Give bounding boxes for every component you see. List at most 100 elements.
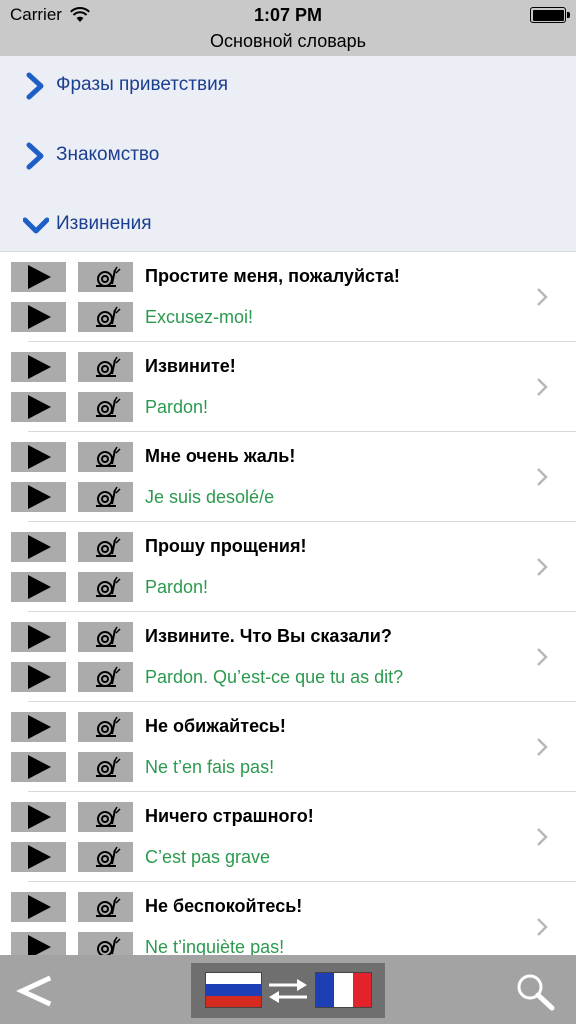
play-french-slow-button[interactable]: [78, 302, 133, 332]
play-russian-button[interactable]: [11, 532, 66, 562]
chevron-right-icon[interactable]: [535, 557, 549, 577]
play-french-slow-button[interactable]: [78, 662, 133, 692]
play-russian-slow-button[interactable]: [78, 802, 133, 832]
phrase-row[interactable]: Не обижайтесь! Ne t’en fais pas!: [0, 702, 576, 792]
bottom-toolbar: [0, 955, 576, 1024]
play-icon: [28, 625, 51, 649]
play-icon: [28, 445, 51, 469]
chevron-right-icon: [26, 72, 44, 100]
play-russian-slow-button[interactable]: [78, 532, 133, 562]
phrase-row[interactable]: Прошу прощения! Pardon!: [0, 522, 576, 612]
play-french-button[interactable]: [11, 752, 66, 782]
play-russian-button[interactable]: [11, 262, 66, 292]
phrase-row[interactable]: Извините! Pardon!: [0, 342, 576, 432]
chevron-down-icon: [23, 217, 49, 234]
french-phrase: Pardon!: [145, 397, 209, 417]
play-icon: [28, 535, 51, 559]
snail-icon: [96, 396, 121, 417]
play-french-slow-button[interactable]: [78, 392, 133, 422]
play-french-button[interactable]: [11, 392, 66, 422]
play-icon: [28, 265, 51, 289]
play-french-button[interactable]: [11, 932, 66, 955]
section-label: Знакомство: [56, 144, 160, 165]
back-arrow-icon[interactable]: [16, 973, 52, 1009]
swap-arrows-icon: [269, 979, 307, 1003]
chevron-right-icon: [26, 142, 44, 170]
chevron-right-icon[interactable]: [535, 737, 549, 757]
play-russian-button[interactable]: [11, 622, 66, 652]
russian-phrase: Извините. Что Вы сказали?: [145, 626, 392, 646]
snail-icon: [96, 576, 121, 597]
section-label: Извинения: [56, 213, 152, 234]
russian-phrase: Мне очень жаль!: [145, 446, 296, 466]
play-icon: [28, 395, 51, 419]
snail-icon: [97, 936, 121, 955]
snail-icon: [96, 756, 121, 777]
play-russian-slow-button[interactable]: [78, 262, 133, 292]
chevron-right-icon[interactable]: [535, 467, 549, 487]
phrase-list[interactable]: Простите меня, пожалуйста! Excusez-moi! …: [0, 251, 576, 955]
play-russian-button[interactable]: [11, 442, 66, 472]
chevron-right-icon[interactable]: [535, 917, 549, 937]
russian-phrase: Извините!: [145, 356, 236, 376]
play-french-slow-button[interactable]: [78, 932, 133, 955]
play-french-slow-button[interactable]: [78, 572, 133, 602]
phrase-row[interactable]: Не беспокойтесь! Ne t’inquiète pas!: [0, 882, 576, 955]
phrase-row[interactable]: Ничего страшного! C’est pas grave: [0, 792, 576, 882]
play-russian-slow-button[interactable]: [78, 622, 133, 652]
page-title: Основной словарь: [210, 31, 366, 51]
play-russian-slow-button[interactable]: [78, 892, 133, 922]
chevron-right-icon[interactable]: [535, 287, 549, 307]
snail-icon: [96, 666, 121, 687]
play-icon: [28, 665, 51, 689]
french-phrase: Pardon. Qu’est-ce que tu as dit?: [145, 667, 404, 687]
phrase-row[interactable]: Мне очень жаль! Je suis desolé/e: [0, 432, 576, 522]
play-russian-slow-button[interactable]: [78, 442, 133, 472]
chevron-right-icon[interactable]: [535, 377, 549, 397]
french-phrase: Pardon!: [145, 577, 209, 597]
play-icon: [28, 805, 51, 829]
snail-icon: [96, 806, 121, 827]
play-russian-slow-button[interactable]: [78, 712, 133, 742]
play-french-button[interactable]: [11, 302, 66, 332]
section-apologies[interactable]: Извинения: [0, 195, 576, 255]
search-icon[interactable]: [514, 971, 556, 1011]
battery-icon: [530, 7, 570, 23]
french-phrase: Ne t’inquiète pas!: [145, 937, 285, 955]
phrase-row[interactable]: Извините. Что Вы сказали? Pardon. Qu’est…: [0, 612, 576, 702]
chevron-right-icon[interactable]: [535, 647, 549, 667]
russian-phrase: Не беспокойтесь!: [145, 896, 303, 916]
play-french-slow-button[interactable]: [78, 842, 133, 872]
play-russian-button[interactable]: [11, 892, 66, 922]
french-phrase: Excusez-moi!: [145, 307, 254, 327]
snail-icon: [96, 716, 121, 737]
play-russian-slow-button[interactable]: [78, 352, 133, 382]
play-french-button[interactable]: [11, 482, 66, 512]
play-french-button[interactable]: [11, 842, 66, 872]
snail-icon: [96, 356, 121, 377]
play-icon: [28, 575, 51, 599]
play-french-slow-button[interactable]: [78, 752, 133, 782]
snail-icon: [96, 306, 121, 327]
snail-icon: [96, 626, 121, 647]
play-french-button[interactable]: [11, 662, 66, 692]
chevron-right-icon[interactable]: [535, 827, 549, 847]
french-phrase: C’est pas grave: [145, 847, 271, 867]
play-french-button[interactable]: [11, 572, 66, 602]
russian-phrase: Ничего страшного!: [145, 806, 314, 826]
play-french-slow-button[interactable]: [78, 482, 133, 512]
section-acquaintance[interactable]: Знакомство: [0, 126, 576, 186]
snail-icon: [96, 486, 121, 507]
play-icon: [28, 845, 51, 869]
play-russian-button[interactable]: [11, 712, 66, 742]
play-icon: [28, 355, 51, 379]
russian-phrase: Не обижайтесь!: [145, 716, 286, 736]
play-russian-button[interactable]: [11, 352, 66, 382]
section-greetings[interactable]: Фразы приветствия: [0, 56, 576, 116]
russian-phrase: Прошу прощения!: [145, 536, 307, 556]
phrase-row[interactable]: Простите меня, пожалуйста! Excusez-moi!: [0, 252, 576, 342]
language-switch-button[interactable]: [191, 963, 385, 1018]
play-icon: [28, 305, 51, 329]
top-bar: Carrier 1:07 PM Основной словарь: [0, 0, 576, 56]
play-russian-button[interactable]: [11, 802, 66, 832]
